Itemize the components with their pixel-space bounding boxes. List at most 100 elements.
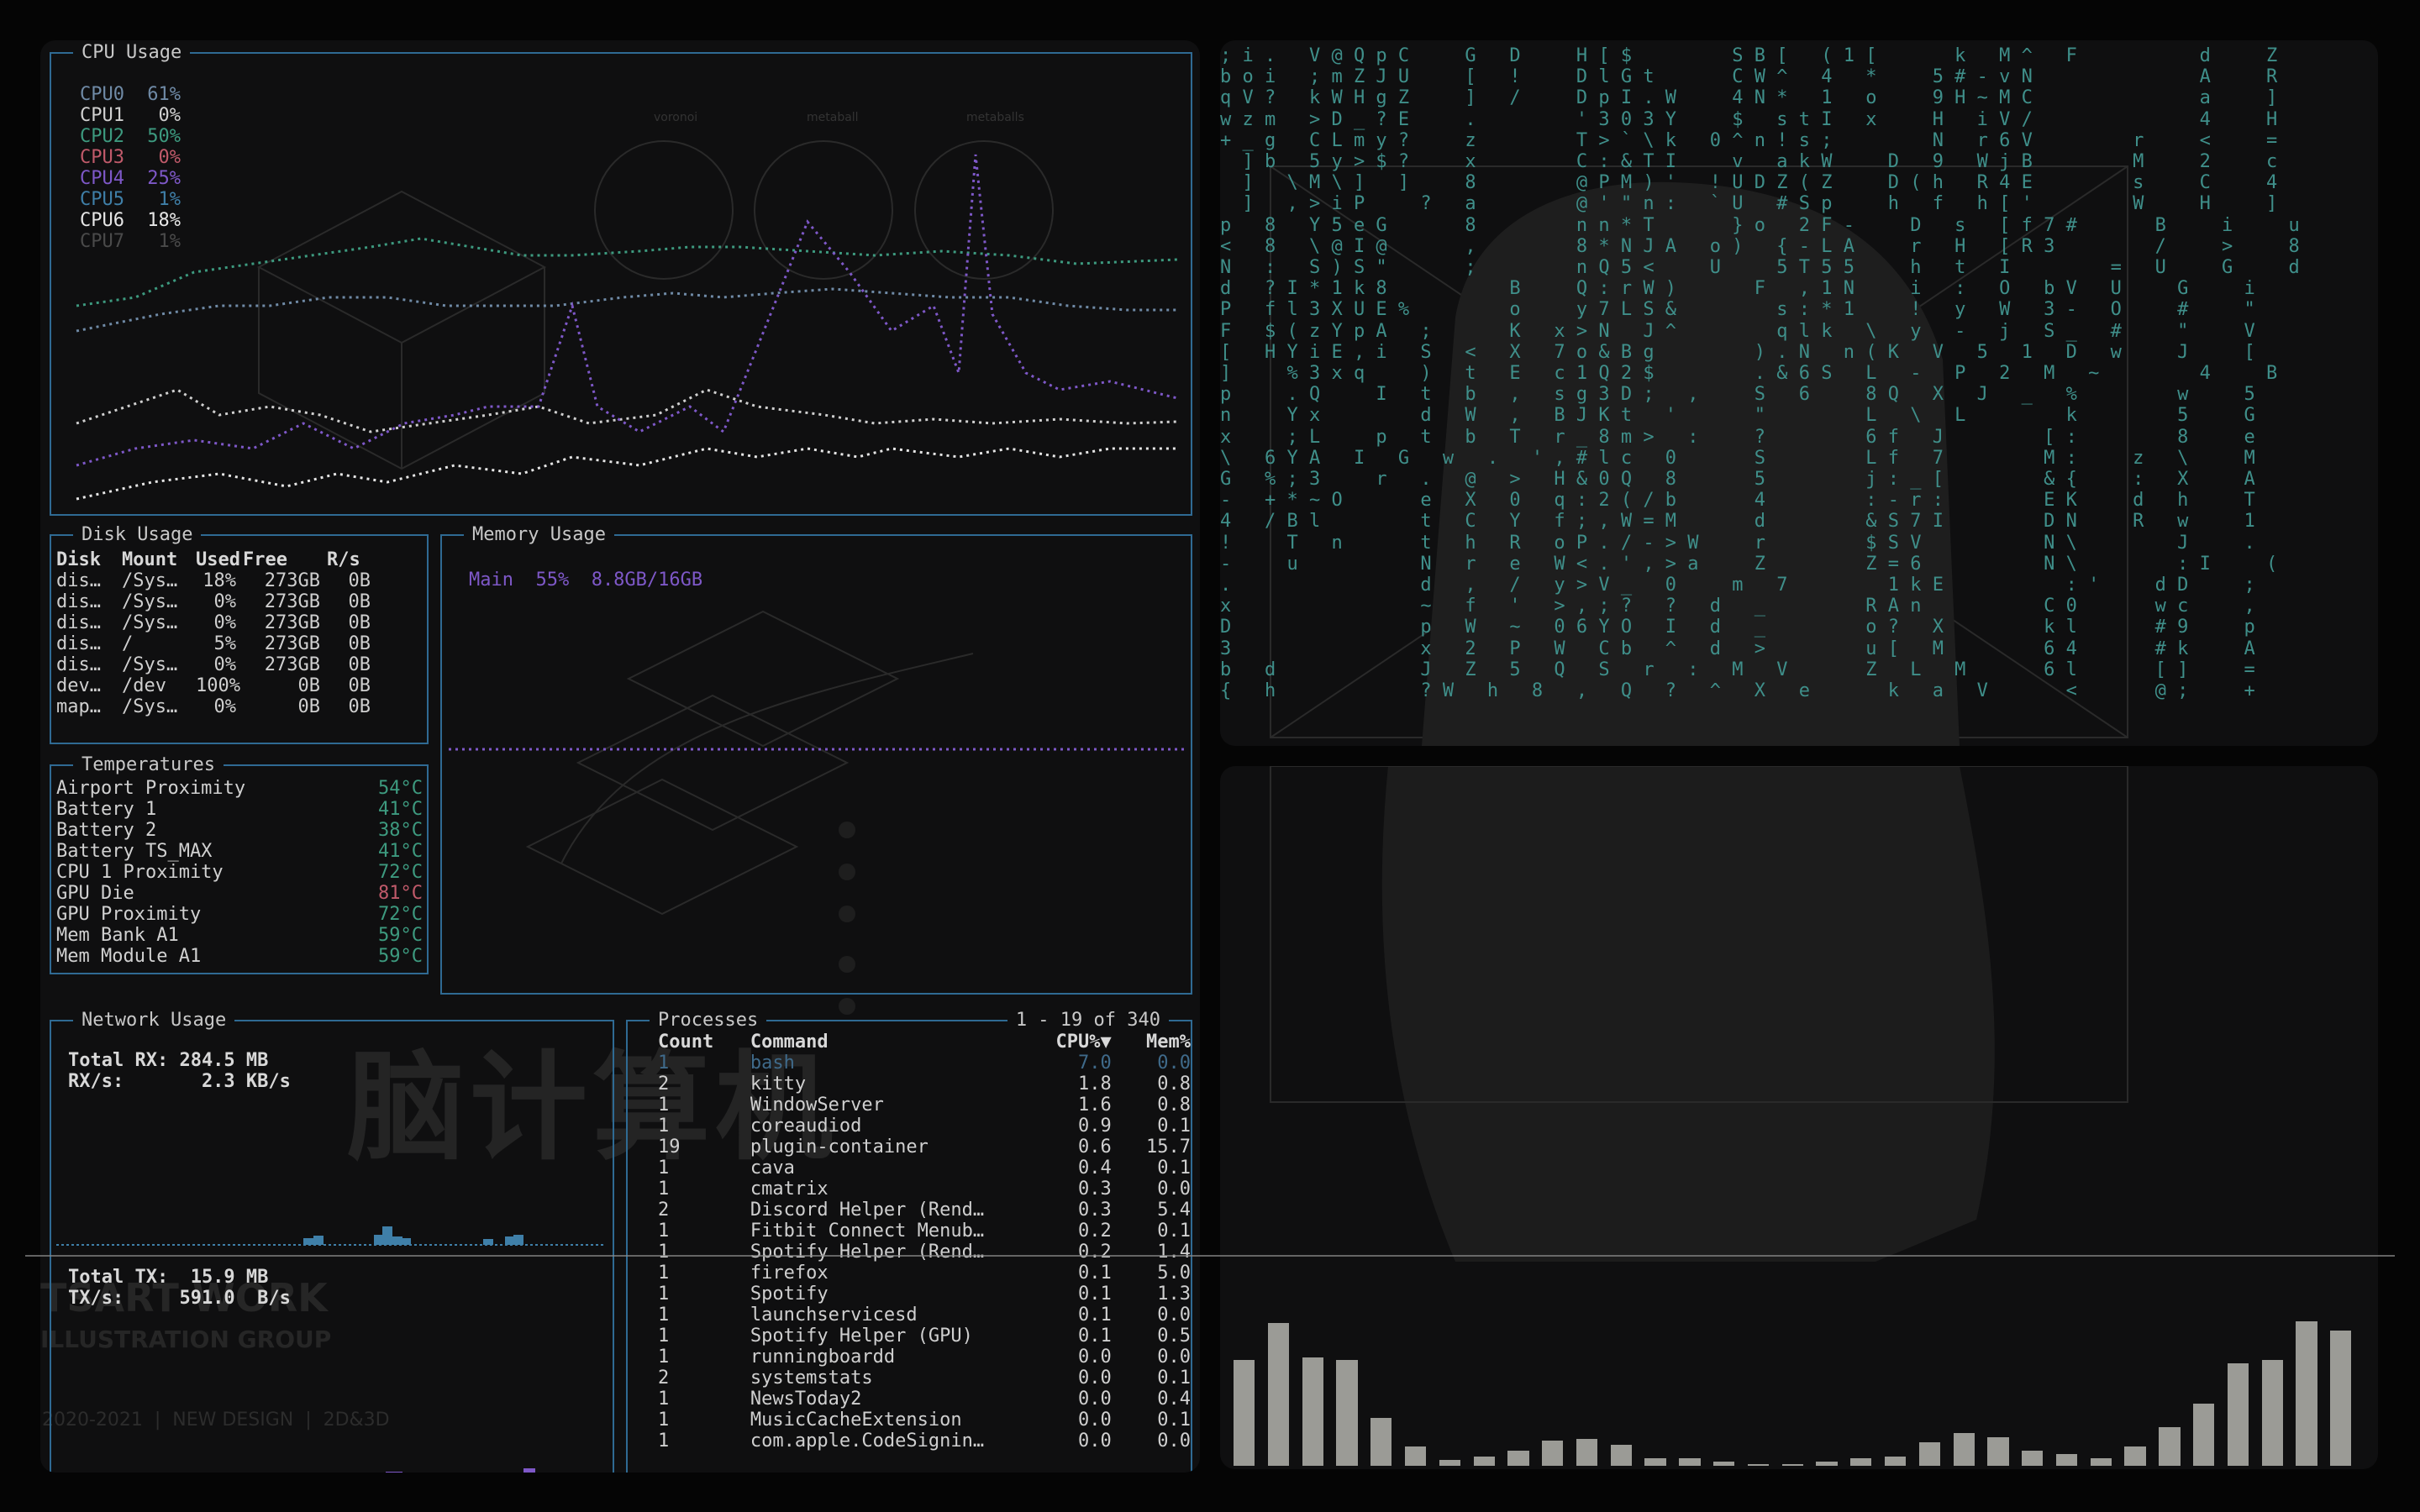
matrix-line: { h ? W h 8 , Q ? ^ X e k a V < @ ; + <box>1220 680 2255 702</box>
process-row[interactable]: 2 systemstats 0.0 0.1 <box>628 1368 1191 1389</box>
process-row[interactable]: 1 com.apple.CodeSignin… 0.0 0.0 <box>628 1431 1191 1452</box>
disk-header-cell: Disk <box>56 549 101 570</box>
memory-usage-panel: Memory Usage Main 55% 8.8GB/16GB <box>440 524 1192 995</box>
process-cell: runningboardd <box>750 1347 896 1368</box>
process-cell: cava <box>750 1158 795 1179</box>
visualizer-bar <box>1850 1457 1872 1466</box>
matrix-line: [ H Y i E , i S < X 7 o & B g ) . N n ( … <box>1220 341 2255 363</box>
temperature-row: CPU 1 Proximity 72°C <box>56 862 423 883</box>
visualizer-bar <box>1439 1460 1460 1466</box>
matrix-line: - + * ~ O e X 0 q : 2 ( / b 4 : - r : E … <box>1220 490 2255 512</box>
visualizer-bar <box>1816 1462 1838 1466</box>
process-row[interactable]: 2 kitty 1.8 0.8 <box>628 1074 1191 1095</box>
process-cell: 0.0 <box>1157 1347 1191 1368</box>
matrix-line: 3 x 2 P W C b ^ d > u [ M 6 4 # k A <box>1220 638 2255 659</box>
disk-row: dis… / 5% 273GB 0B <box>56 633 377 654</box>
disk-row: map… /Sys… 0% 0B 0B <box>56 696 377 717</box>
process-cell: 5.4 <box>1157 1200 1191 1221</box>
process-cell: 0.0 <box>1078 1389 1112 1410</box>
process-row[interactable]: 1 coreaudiod 0.9 0.1 <box>628 1116 1191 1137</box>
process-cell: cmatrix <box>750 1179 829 1200</box>
disk-cell: 0B <box>348 654 371 675</box>
matrix-line: ] , > i P ? a @ ' " n : ` U # S p h f h … <box>1220 193 2278 215</box>
process-row[interactable]: 1 Spotify Helper (GPU) 0.1 0.5 <box>628 1326 1191 1347</box>
process-cell: coreaudiod <box>750 1116 862 1137</box>
process-cell: Spotify <box>750 1284 829 1305</box>
screen-divider-line <box>25 1255 2395 1257</box>
process-cell: 0.9 <box>1078 1116 1112 1137</box>
process-header-cell[interactable]: CPU%▼ <box>1029 1032 1112 1053</box>
process-row[interactable]: 19 plugin-container 0.6 15.7 <box>628 1137 1191 1158</box>
process-row[interactable]: 1 firefox 0.1 5.0 <box>628 1263 1191 1284</box>
visualizer-bar <box>2261 1359 2283 1466</box>
process-cell: 0.0 <box>1157 1305 1191 1326</box>
visualizer-bar <box>1370 1417 1392 1466</box>
process-cell: 0.0 <box>1078 1368 1112 1389</box>
process-header-cell[interactable]: Count <box>658 1032 750 1053</box>
process-row[interactable]: 2 Discord Helper (Rend… 0.3 5.4 <box>628 1200 1191 1221</box>
cpu-history-graph <box>76 154 1178 501</box>
system-monitor-window[interactable]: 脑计算机 TSART WORK ILLUSTRATION GROUP 2020-… <box>40 40 1200 1473</box>
process-row[interactable]: 1 MusicCacheExtension 0.0 0.1 <box>628 1410 1191 1431</box>
disk-cell: / <box>122 633 134 654</box>
visualizer-bar <box>1576 1438 1598 1466</box>
disk-cell: /Sys… <box>122 591 178 612</box>
visualizer-bar <box>1781 1463 1803 1466</box>
process-row[interactable]: 1 NewsToday2 0.0 0.4 <box>628 1389 1191 1410</box>
visualizer-bar <box>1336 1359 1358 1466</box>
process-cell: 0.3 <box>1078 1200 1112 1221</box>
disk-cell: 273GB <box>264 591 320 612</box>
disk-cell: /Sys… <box>122 612 178 633</box>
process-cell: 15.7 <box>1146 1137 1191 1158</box>
disk-row: dev… /dev 100% 0B 0B <box>56 675 377 696</box>
process-cell: NewsToday2 <box>750 1389 862 1410</box>
process-row[interactable]: 1 launchservicesd 0.1 0.0 <box>628 1305 1191 1326</box>
process-cell: 0.1 <box>1157 1368 1191 1389</box>
process-cell: 19 <box>658 1137 681 1158</box>
matrix-line: ! T n t h R o P . / - > W r $ S V N \ J … <box>1220 532 2255 554</box>
processes-panel-title: Processes <box>650 1010 767 1032</box>
process-row[interactable]: 1 bash 7.0 0.0 <box>628 1053 1191 1074</box>
process-row[interactable]: 1 runningboardd 0.0 0.0 <box>628 1347 1191 1368</box>
visualizer-bar <box>1267 1322 1290 1466</box>
visualizer-bar <box>1713 1462 1735 1466</box>
process-cell: 0.1 <box>1078 1305 1112 1326</box>
temperature-value: 41°C <box>378 841 423 862</box>
disk-cell: 0B <box>297 696 321 717</box>
process-cell: Spotify Helper (Rend… <box>750 1242 985 1263</box>
matrix-line: G % ; 3 r . @ > H & 0 Q 8 5 j : _ [ & { … <box>1220 469 2255 491</box>
processes-panel[interactable]: Processes 1 - 19 of 340 Count Command CPU%… <box>626 1010 1192 1473</box>
process-row[interactable]: 1 Fitbit Connect Menub… 0.2 0.1 <box>628 1221 1191 1242</box>
process-cell: 0.0 <box>1078 1431 1112 1452</box>
process-header-cell[interactable]: Command <box>750 1032 1029 1053</box>
process-cell: 1 <box>658 1053 670 1074</box>
process-row[interactable]: 1 cmatrix 0.3 0.0 <box>628 1179 1191 1200</box>
cava-window[interactable] <box>1220 766 2378 1469</box>
process-cell: 1 <box>658 1095 670 1116</box>
disk-row: dis… /Sys… 0% 273GB 0B <box>56 612 377 633</box>
disk-cell: 0% <box>213 591 237 612</box>
matrix-line: p 8 Y 5 e G 8 n n * T } o 2 F - D s [ f … <box>1220 214 2300 236</box>
matrix-rain: ; i . V @ Q p C G D H [ $ S B [ ( 1 [ k … <box>1220 45 2300 701</box>
disk-row: dis… /Sys… 18% 273GB 0B <box>56 570 377 591</box>
disk-cell: /Sys… <box>122 654 178 675</box>
process-header-cell[interactable]: Mem% <box>1112 1032 1191 1053</box>
process-row[interactable]: 1 WindowServer 1.6 0.8 <box>628 1095 1191 1116</box>
matrix-line: D p W ~ 0 6 Y O I d _ o ? X k l # 9 p <box>1220 617 2255 638</box>
visualizer-bar <box>1234 1359 1255 1466</box>
matrix-line: q V ? k W H g Z ] / D p I . W 4 N * 1 o … <box>1220 87 2278 109</box>
matrix-line: F $ ( z Y p A ; K x > N J ^ q l k \ y - … <box>1220 320 2255 342</box>
process-row[interactable]: 1 Spotify 0.1 1.3 <box>628 1284 1191 1305</box>
process-cell: 1.6 <box>1078 1095 1112 1116</box>
cmatrix-window[interactable]: ; i . V @ Q p C G D H [ $ S B [ ( 1 [ k … <box>1220 40 2378 746</box>
matrix-line: x ; L p t b T r _ 8 m > : ? 6 f J [ : 8 … <box>1220 426 2255 448</box>
disk-header-cell: R/s <box>327 549 360 570</box>
processes-table[interactable]: Count Command CPU%▼ Mem% 1 bash 7.0 0.0 2 kitty 1.… <box>628 1032 1191 1452</box>
process-row[interactable]: 1 Spotify Helper (Rend… 0.2 1.4 <box>628 1242 1191 1263</box>
matrix-line: ; i . V @ Q p C G D H [ $ S B [ ( 1 [ k … <box>1220 45 2278 66</box>
disk-cell: /Sys… <box>122 696 178 717</box>
visualizer-bar <box>2022 1450 2044 1466</box>
temperature-name: Mem Bank A1 <box>56 925 179 946</box>
process-row[interactable]: 1 cava 0.4 0.1 <box>628 1158 1191 1179</box>
visualizer-bar <box>2227 1363 2249 1466</box>
